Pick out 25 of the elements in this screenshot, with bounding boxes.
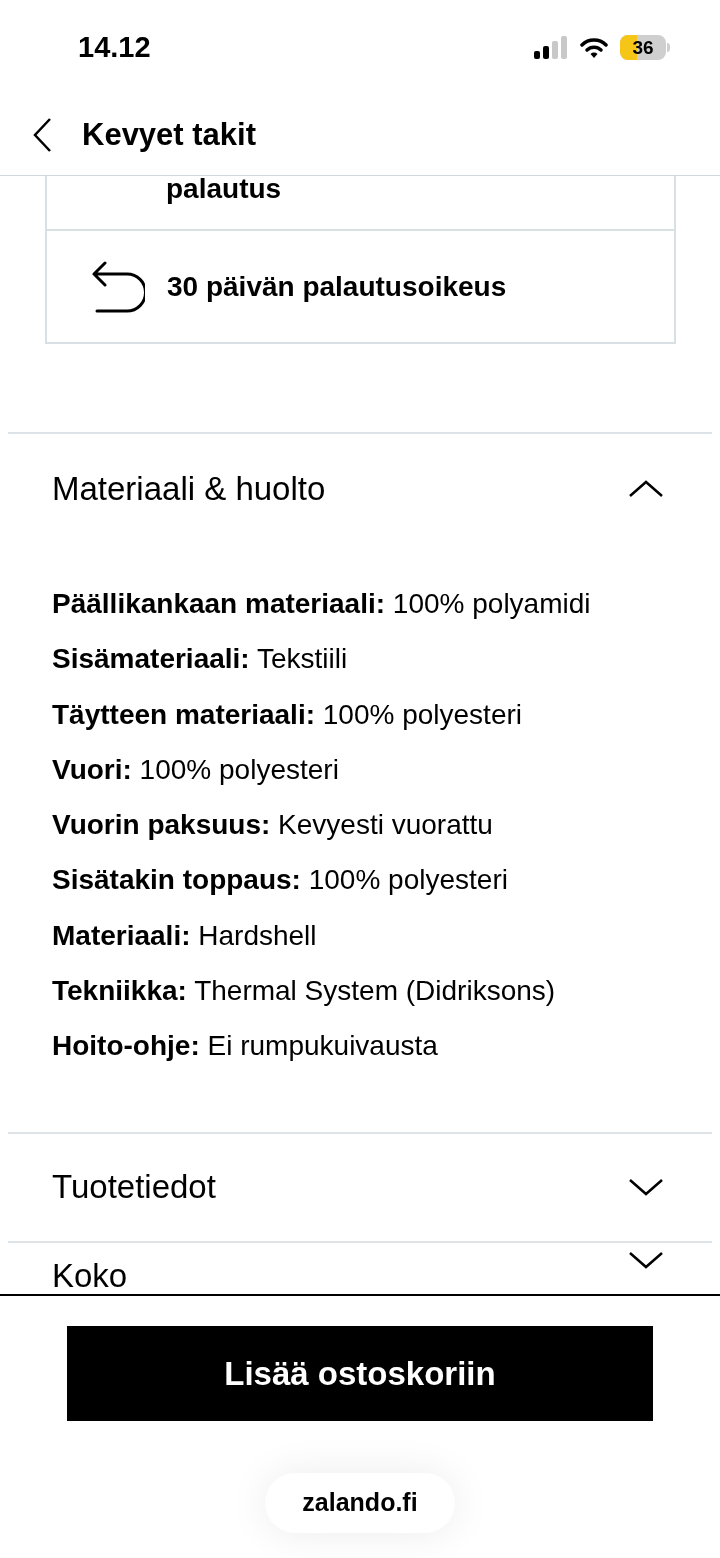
detail-line: Vuori: 100% polyesteri — [52, 752, 340, 787]
accordion-title: Tuotetiedot — [52, 1167, 216, 1208]
detail-line: Täytteen materiaali: 100% polyesteri — [52, 697, 523, 732]
url-pill[interactable]: zalando.fi — [265, 1473, 455, 1533]
wifi-icon — [580, 36, 608, 59]
benefit-text: palautus — [166, 176, 282, 204]
return-icon — [91, 259, 145, 314]
detail-line: Päällikankaan materiaali: 100% polyamidi — [52, 587, 592, 621]
page-title: Kevyet takit — [82, 115, 257, 154]
accordion-title: Materiaali & huolto — [52, 469, 326, 510]
add-to-cart-button[interactable]: Lisää ostoskoriin — [67, 1326, 653, 1421]
detail-line: Tekniikka: Thermal System (Didriksons) — [52, 974, 557, 1009]
accordion-header[interactable]: Tuotetiedot — [8, 1133, 712, 1241]
back-icon — [32, 117, 52, 153]
status-time: 14.12 — [78, 29, 151, 65]
signal-icon — [534, 35, 568, 60]
detail-line: Sisämateriaali: Tekstiili — [52, 642, 349, 677]
detail-line: Materiaali: Hardshell — [52, 918, 318, 953]
accordion-title: Koko — [52, 1255, 128, 1294]
detail-line: Vuorin paksuus: Kevyesti vuorattu — [52, 808, 494, 843]
detail-line: Hoito-ohje: Ei rumpukuivausta — [52, 1029, 439, 1064]
accordion-header[interactable]: Materiaali & huolto — [8, 434, 712, 544]
detail-line: Sisätakin toppaus: 100% polyesteri — [52, 863, 509, 898]
accordion-header[interactable]: Koko — [8, 1242, 712, 1294]
benefit-text: 30 päivän palautusoikeus — [167, 269, 507, 304]
